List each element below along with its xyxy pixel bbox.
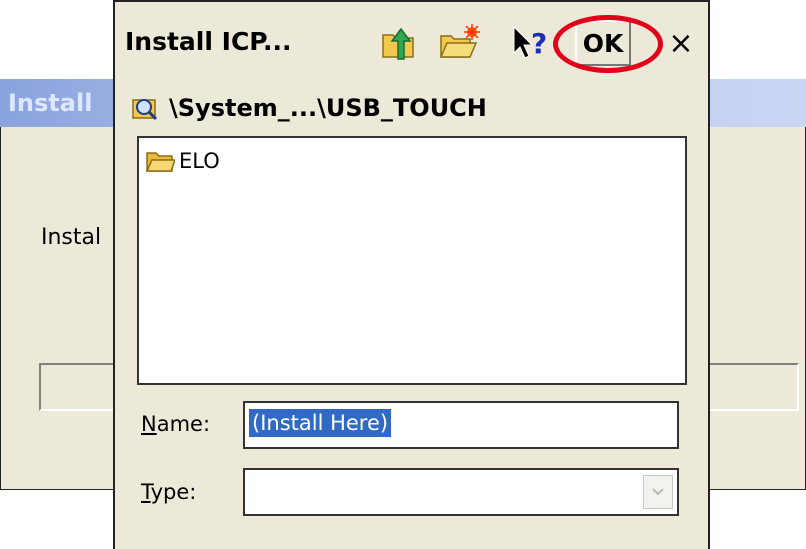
whats-this-help-button[interactable]: ? bbox=[508, 18, 558, 68]
type-select[interactable] bbox=[243, 468, 679, 516]
type-label: Type: bbox=[141, 480, 196, 504]
dialog-titlebar: Install ICP... ? OK × bbox=[115, 2, 708, 84]
ok-button[interactable]: OK bbox=[575, 20, 631, 66]
file-list[interactable]: ELO bbox=[137, 136, 687, 385]
chevron-down-icon bbox=[652, 488, 664, 496]
background-window-title: Install bbox=[8, 89, 93, 117]
type-label-text: ype: bbox=[150, 480, 197, 504]
current-path: \System_...\USB_TOUCH bbox=[169, 94, 487, 122]
folder-search-icon bbox=[132, 99, 158, 121]
name-label-text: ame: bbox=[156, 412, 211, 436]
up-folder-icon bbox=[382, 27, 414, 60]
type-dropdown-button[interactable] bbox=[643, 475, 673, 509]
name-label: Name: bbox=[141, 412, 210, 436]
name-label-accelerator: N bbox=[141, 412, 157, 436]
dialog-title: Install ICP... bbox=[125, 27, 292, 56]
install-dialog: Install ICP... ? OK × \System_...\USB_TO… bbox=[113, 0, 710, 549]
file-name: ELO bbox=[179, 149, 220, 173]
name-input[interactable]: (Install Here) bbox=[243, 401, 679, 449]
up-folder-button[interactable] bbox=[377, 18, 421, 68]
list-item[interactable]: ELO bbox=[145, 148, 220, 174]
svg-text:?: ? bbox=[531, 27, 547, 60]
background-window-label: Instal bbox=[41, 225, 102, 250]
folder-icon bbox=[145, 152, 175, 172]
new-folder-button[interactable] bbox=[435, 18, 483, 68]
path-bar: \System_...\USB_TOUCH bbox=[131, 88, 487, 128]
type-label-accelerator: T bbox=[141, 480, 151, 504]
close-button[interactable]: × bbox=[661, 18, 701, 68]
whats-this-help-icon: ? bbox=[513, 25, 547, 60]
name-input-value: (Install Here) bbox=[249, 409, 392, 437]
new-folder-icon bbox=[439, 24, 480, 58]
